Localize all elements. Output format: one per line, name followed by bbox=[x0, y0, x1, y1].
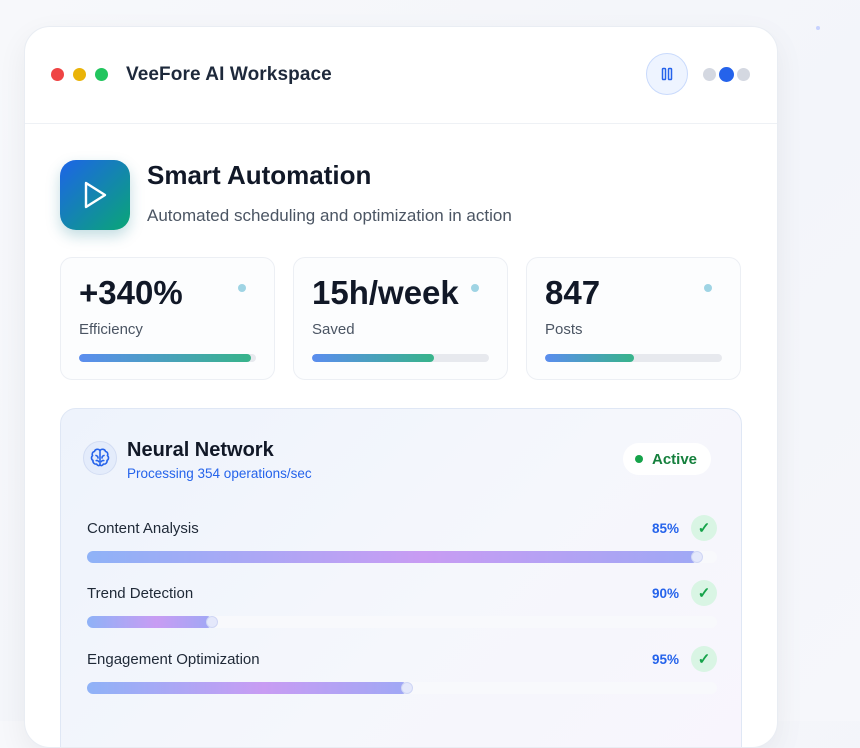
progress-knob bbox=[401, 682, 414, 694]
stat-progress-track bbox=[312, 354, 489, 362]
slide-pager bbox=[703, 67, 750, 82]
panel-title: Neural Network bbox=[127, 439, 274, 461]
check-icon: ✓ bbox=[691, 515, 717, 541]
minimize-window-button[interactable] bbox=[73, 68, 86, 81]
process-progress-fill bbox=[87, 682, 414, 694]
check-icon: ✓ bbox=[691, 646, 717, 672]
stat-progress-fill bbox=[545, 354, 634, 362]
process-percent: 95% bbox=[651, 652, 679, 667]
stat-value: 15h/week bbox=[312, 274, 459, 311]
progress-knob bbox=[206, 616, 218, 628]
pause-icon bbox=[661, 67, 673, 81]
process-percent: 85% bbox=[651, 521, 679, 536]
process-label: Engagement Optimization bbox=[87, 651, 260, 668]
process-progress-track bbox=[87, 551, 717, 563]
app-window: VeeFore AI Workspace Smart Automation Au… bbox=[24, 26, 778, 748]
process-progress-track bbox=[87, 682, 717, 694]
pause-button[interactable] bbox=[646, 53, 688, 95]
process-percent: 90% bbox=[651, 586, 679, 601]
pager-dot[interactable] bbox=[737, 68, 750, 81]
stat-indicator-dot bbox=[704, 284, 712, 292]
stat-progress-fill bbox=[312, 354, 435, 362]
stat-indicator-dot bbox=[471, 284, 479, 292]
automation-play-tile bbox=[60, 160, 130, 230]
process-progress-track bbox=[87, 616, 717, 628]
stat-card-saved: 15h/week Saved bbox=[293, 257, 508, 380]
title-bar: VeeFore AI Workspace bbox=[25, 27, 777, 124]
stat-value: +340% bbox=[79, 274, 183, 311]
neural-network-panel: Neural Network Processing 354 operations… bbox=[60, 408, 742, 747]
maximize-window-button[interactable] bbox=[95, 68, 108, 81]
pager-dot-active[interactable] bbox=[719, 67, 734, 82]
section-title: Smart Automation bbox=[147, 160, 372, 190]
stat-label: Efficiency bbox=[79, 321, 143, 338]
brain-icon bbox=[90, 448, 110, 467]
process-row-content-analysis: Content Analysis 85% ✓ bbox=[87, 515, 717, 576]
close-window-button[interactable] bbox=[51, 68, 64, 81]
play-icon bbox=[84, 181, 107, 209]
brain-icon-wrap bbox=[83, 441, 117, 475]
panel-subtitle: Processing 354 operations/sec bbox=[127, 466, 312, 481]
check-icon: ✓ bbox=[691, 580, 717, 606]
process-row-trend-detection: Trend Detection 90% ✓ bbox=[87, 580, 717, 641]
app-title: VeeFore AI Workspace bbox=[126, 64, 332, 85]
stat-indicator-dot bbox=[238, 284, 246, 292]
process-row-engagement-optimization: Engagement Optimization 95% ✓ bbox=[87, 646, 717, 707]
status-text: Active bbox=[652, 450, 698, 468]
stat-progress-track bbox=[79, 354, 256, 362]
process-label: Trend Detection bbox=[87, 585, 194, 602]
process-label: Content Analysis bbox=[87, 520, 199, 537]
stat-label: Saved bbox=[312, 321, 355, 338]
stat-progress-fill bbox=[79, 354, 251, 362]
progress-knob bbox=[691, 551, 704, 563]
stat-label: Posts bbox=[545, 321, 583, 338]
status-dot bbox=[635, 455, 643, 463]
stat-progress-track bbox=[545, 354, 722, 362]
stat-value: 847 bbox=[545, 274, 601, 311]
process-progress-fill bbox=[87, 551, 704, 563]
stat-card-efficiency: +340% Efficiency bbox=[60, 257, 275, 380]
pager-dot[interactable] bbox=[703, 68, 716, 81]
stat-card-posts: 847 Posts bbox=[526, 257, 741, 380]
status-badge: Active bbox=[623, 443, 712, 475]
process-progress-fill bbox=[87, 616, 218, 628]
section-subtitle: Automated scheduling and optimization in… bbox=[147, 206, 512, 225]
background-dot bbox=[816, 26, 820, 30]
